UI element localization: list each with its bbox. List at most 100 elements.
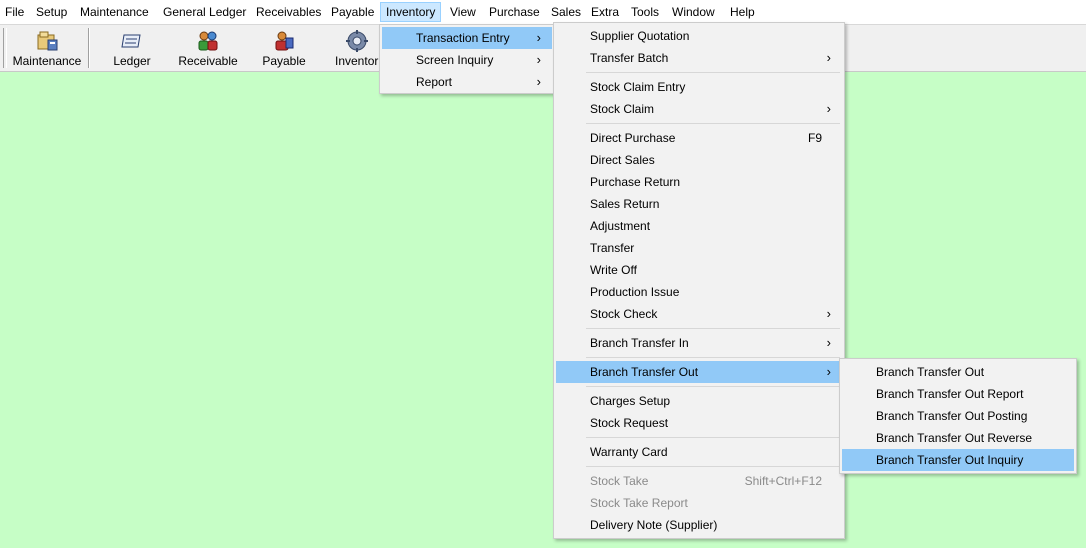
menu-item-label: Transaction Entry	[416, 31, 510, 45]
menu-separator	[586, 328, 840, 329]
payable-icon	[275, 31, 294, 51]
menu-help[interactable]: Help	[725, 2, 760, 22]
chevron-right-icon: ›	[536, 30, 541, 45]
menu-item-label: Supplier Quotation	[590, 29, 690, 43]
shortcut-label: F9	[807, 131, 822, 145]
transaction-entry-menu: Supplier Quotation Transfer Batch › Stock…	[553, 22, 845, 539]
menu-item-stock-claim[interactable]: Stock Claim ›	[556, 98, 842, 120]
menu-item-stock-claim-entry[interactable]: Stock Claim Entry	[556, 76, 842, 98]
menu-item-purchase-return[interactable]: Purchase Return	[556, 171, 842, 193]
receivable-button[interactable]: Receivable	[175, 27, 241, 71]
menu-item-branch-transfer-out-reverse[interactable]: Branch Transfer Out Reverse	[842, 427, 1074, 449]
menu-item-adjustment[interactable]: Adjustment	[556, 215, 842, 237]
menu-item-write-off[interactable]: Write Off	[556, 259, 842, 281]
menu-item-delivery-note-supplier[interactable]: Delivery Note (Supplier)	[556, 514, 842, 536]
menu-maintenance[interactable]: Maintenance	[75, 2, 154, 22]
chevron-right-icon: ›	[536, 74, 541, 89]
menu-setup[interactable]: Setup	[31, 2, 72, 22]
menu-bar: File Setup Maintenance General Ledger Re…	[0, 0, 1086, 25]
menu-tools[interactable]: Tools	[626, 2, 664, 22]
payable-button[interactable]: Payable	[258, 27, 310, 71]
menu-item-direct-purchase[interactable]: Direct Purchase F9	[556, 127, 842, 149]
menu-item-label: Branch Transfer Out	[590, 365, 699, 379]
receivable-icon	[198, 31, 218, 51]
menu-item-branch-transfer-out[interactable]: Branch Transfer Out ›	[556, 361, 842, 383]
maintenance-icon	[37, 31, 58, 51]
menu-payable[interactable]: Payable	[326, 2, 379, 22]
ledger-icon	[121, 34, 141, 48]
menu-item-label: Delivery Note (Supplier)	[590, 518, 718, 532]
menu-purchase[interactable]: Purchase	[484, 2, 545, 22]
menu-window[interactable]: Window	[667, 2, 720, 22]
menu-item-label: Purchase Return	[590, 175, 681, 189]
menu-item-sales-return[interactable]: Sales Return	[556, 193, 842, 215]
menu-receivables[interactable]: Receivables	[251, 2, 326, 22]
menu-item-direct-sales[interactable]: Direct Sales	[556, 149, 842, 171]
menu-item-label: Write Off	[590, 263, 637, 277]
menu-separator	[586, 386, 840, 387]
maintenance-label: Maintenance	[12, 54, 82, 68]
menu-item-branch-transfer-out-entry[interactable]: Branch Transfer Out	[842, 361, 1074, 383]
menu-item-label: Warranty Card	[590, 445, 668, 459]
menu-separator	[586, 123, 840, 124]
menu-item-transaction-entry[interactable]: Transaction Entry ›	[382, 27, 552, 49]
menu-item-label: Branch Transfer Out Inquiry	[876, 453, 1024, 467]
menu-item-charges-setup[interactable]: Charges Setup	[556, 390, 842, 412]
menu-sales[interactable]: Sales	[546, 2, 586, 22]
menu-item-label: Sales Return	[590, 197, 660, 211]
menu-item-stock-check[interactable]: Stock Check ›	[556, 303, 842, 325]
chevron-right-icon: ›	[536, 52, 541, 67]
maintenance-button[interactable]: Maintenance	[9, 27, 85, 71]
menu-item-branch-transfer-out-posting[interactable]: Branch Transfer Out Posting	[842, 405, 1074, 427]
menu-file[interactable]: File	[0, 2, 29, 22]
chevron-right-icon: ›	[826, 306, 831, 321]
menu-item-production-issue[interactable]: Production Issue	[556, 281, 842, 303]
menu-item-label: Branch Transfer Out Report	[876, 387, 1024, 401]
menu-item-label: Stock Check	[590, 307, 658, 321]
ledger-label: Ledger	[113, 54, 151, 68]
menu-item-label: Screen Inquiry	[416, 53, 494, 67]
toolbar-separator	[88, 28, 90, 68]
menu-separator	[586, 437, 840, 438]
menu-item-transfer-batch[interactable]: Transfer Batch ›	[556, 47, 842, 69]
toolbar-grip[interactable]	[3, 28, 7, 68]
menu-item-label: Transfer Batch	[590, 51, 669, 65]
menu-item-label: Report	[416, 75, 453, 89]
menu-extra[interactable]: Extra	[586, 2, 624, 22]
menu-item-label: Stock Take Report	[590, 496, 688, 510]
menu-view[interactable]: View	[445, 2, 481, 22]
menu-item-transfer[interactable]: Transfer	[556, 237, 842, 259]
menu-item-branch-transfer-out-inquiry[interactable]: Branch Transfer Out Inquiry	[842, 449, 1074, 471]
menu-item-stock-request[interactable]: Stock Request	[556, 412, 842, 434]
menu-item-warranty-card[interactable]: Warranty Card	[556, 441, 842, 463]
menu-item-label: Branch Transfer Out Reverse	[876, 431, 1033, 445]
inventory-label: Inventor	[335, 54, 379, 68]
chevron-right-icon: ›	[826, 335, 831, 350]
menu-item-branch-transfer-in[interactable]: Branch Transfer In ›	[556, 332, 842, 354]
menu-item-label: Stock Claim Entry	[590, 80, 686, 94]
menu-item-label: Branch Transfer Out	[876, 365, 985, 379]
menu-general-ledger[interactable]: General Ledger	[158, 2, 251, 22]
menu-item-label: Production Issue	[590, 285, 680, 299]
menu-item-screen-inquiry[interactable]: Screen Inquiry ›	[382, 49, 552, 71]
menu-item-report[interactable]: Report ›	[382, 71, 552, 93]
payable-label: Payable	[262, 54, 306, 68]
menu-item-branch-transfer-out-report[interactable]: Branch Transfer Out Report	[842, 383, 1074, 405]
ledger-button[interactable]: Ledger	[104, 27, 160, 71]
chevron-right-icon: ›	[826, 101, 831, 116]
menu-item-stock-take: Stock Take Shift+Ctrl+F12	[556, 470, 842, 492]
menu-separator	[586, 357, 840, 358]
menu-item-label: Branch Transfer Out Posting	[876, 409, 1028, 423]
receivable-label: Receivable	[178, 54, 238, 68]
menu-inventory[interactable]: Inventory	[380, 2, 442, 22]
menu-item-label: Branch Transfer In	[590, 336, 689, 350]
menu-item-label: Stock Claim	[590, 102, 655, 116]
menu-item-supplier-quotation[interactable]: Supplier Quotation	[556, 25, 842, 47]
shortcut-label: Shift+Ctrl+F12	[744, 474, 822, 488]
menu-item-label: Adjustment	[590, 219, 651, 233]
menu-item-label: Transfer	[590, 241, 635, 255]
menu-item-label: Charges Setup	[590, 394, 671, 408]
menu-separator	[586, 466, 840, 467]
chevron-right-icon: ›	[826, 50, 831, 65]
inventory-button[interactable]: Inventor	[331, 27, 383, 71]
